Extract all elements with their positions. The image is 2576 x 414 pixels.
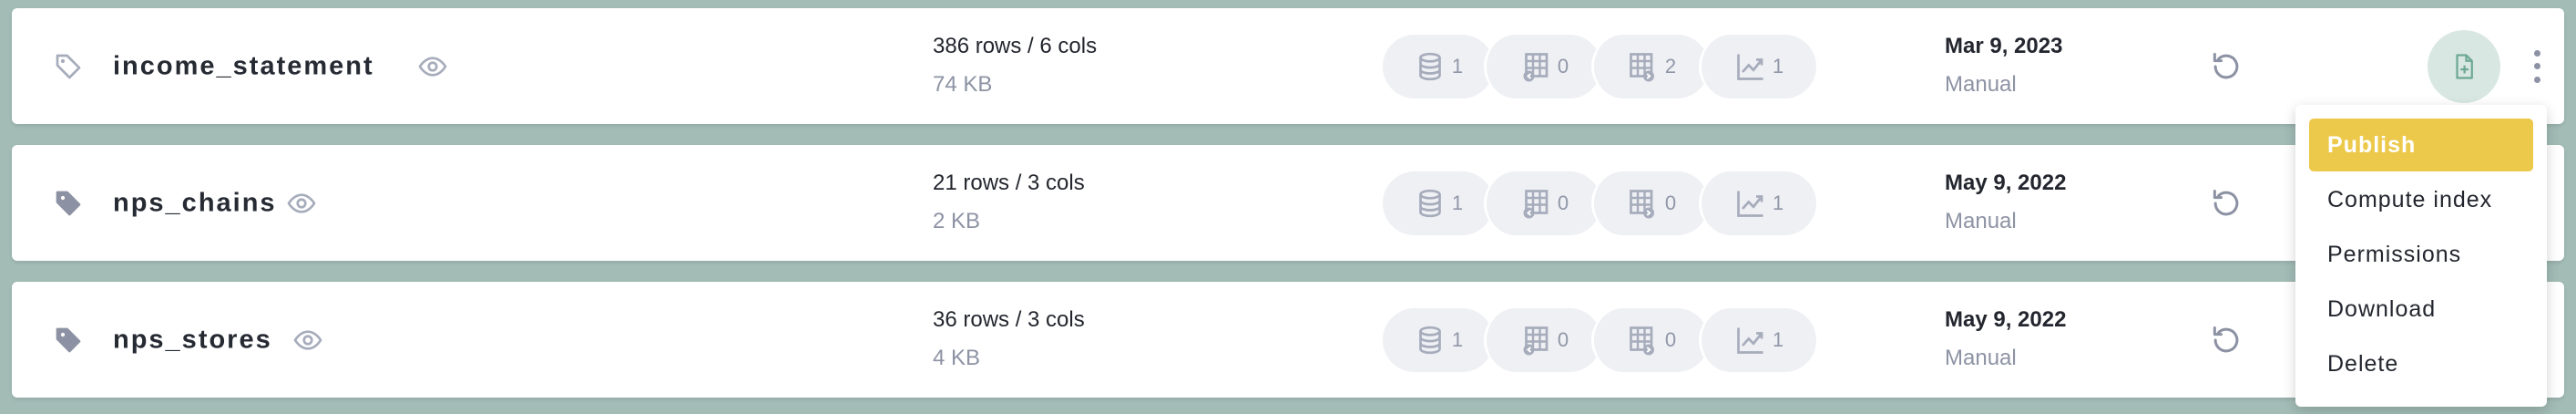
stat-datasources[interactable]: 1 (1383, 34, 1494, 98)
dataset-row[interactable]: nps_chains 21 rows / 3 cols 2 KB 1 0 0 1… (12, 145, 2564, 261)
rows-cols: 36 rows / 3 cols (933, 307, 1085, 332)
options-menu: Publish Compute index Permissions Downlo… (2295, 105, 2547, 407)
updated-date: Mar 9, 2023 (1945, 34, 2063, 58)
stat-outputs[interactable]: 0 (1591, 307, 1709, 372)
eye-icon[interactable] (287, 189, 316, 218)
updated-date: May 9, 2022 (1945, 307, 2067, 332)
update-mode: Manual (1945, 209, 2017, 233)
history-icon[interactable] (2209, 186, 2244, 221)
stat-charts[interactable]: 1 (1699, 34, 1816, 98)
table-in-icon (1523, 52, 1549, 81)
stat-value: 2 (1664, 54, 1677, 78)
stat-inputs[interactable]: 0 (1484, 307, 1601, 372)
publish-file-button[interactable] (2428, 29, 2500, 103)
stat-value: 1 (1772, 54, 1784, 78)
dataset-name[interactable]: income_statement (113, 51, 374, 81)
stat-value: 1 (1451, 327, 1464, 351)
history-icon[interactable] (2209, 49, 2244, 84)
stat-value: 1 (1772, 191, 1784, 214)
update-info: May 9, 2022 Manual (1945, 307, 2066, 371)
stat-charts[interactable]: 1 (1699, 307, 1816, 372)
database-icon (1419, 52, 1441, 80)
stat-datasources[interactable]: 1 (1383, 307, 1494, 372)
stats-group: 1 0 2 1 (1383, 34, 1816, 98)
table-out-icon (1630, 189, 1654, 218)
file-size: 74 KB (933, 72, 993, 97)
update-info: May 9, 2022 Manual (1945, 171, 2066, 234)
menu-item-publish[interactable]: Publish (2309, 119, 2533, 171)
chart-icon (1737, 327, 1763, 354)
stat-value: 0 (1664, 327, 1677, 351)
history-icon[interactable] (2209, 323, 2244, 357)
menu-item-download[interactable]: Download (2309, 283, 2533, 336)
stat-inputs[interactable]: 0 (1484, 171, 1601, 235)
dataset-name[interactable]: nps_stores (113, 325, 272, 355)
stat-value: 0 (1557, 327, 1569, 351)
more-options-button[interactable] (2526, 47, 2548, 87)
database-icon (1419, 189, 1441, 217)
stat-value: 0 (1664, 191, 1677, 214)
menu-item-delete[interactable]: Delete (2309, 337, 2533, 390)
eye-icon[interactable] (293, 326, 322, 355)
stats-group: 1 0 0 1 (1383, 307, 1816, 372)
size-info: 386 rows / 6 cols 74 KB (933, 34, 1097, 98)
chart-icon (1737, 191, 1763, 217)
updated-date: May 9, 2022 (1945, 171, 2067, 195)
dataset-row[interactable]: nps_stores 36 rows / 3 cols 4 KB 1 0 0 1… (12, 282, 2564, 398)
stat-outputs[interactable]: 0 (1591, 171, 1709, 235)
dataset-row[interactable]: income_statement 386 rows / 6 cols 74 KB… (12, 8, 2564, 124)
file-size: 4 KB (933, 346, 981, 370)
table-out-icon (1630, 52, 1654, 81)
file-size: 2 KB (933, 209, 981, 233)
stat-value: 1 (1451, 54, 1464, 78)
dataset-name[interactable]: nps_chains (113, 188, 277, 218)
stat-datasources[interactable]: 1 (1383, 171, 1494, 235)
chart-icon (1737, 54, 1763, 80)
tag-outline-icon (56, 54, 81, 78)
update-info: Mar 9, 2023 Manual (1945, 34, 2062, 98)
table-out-icon (1630, 326, 1654, 355)
menu-item-permissions[interactable]: Permissions (2309, 228, 2533, 281)
stat-value: 1 (1772, 327, 1784, 351)
stat-inputs[interactable]: 0 (1484, 34, 1601, 98)
stat-value: 0 (1557, 191, 1569, 214)
stats-group: 1 0 0 1 (1383, 171, 1816, 235)
size-info: 21 rows / 3 cols 2 KB (933, 171, 1085, 234)
dataset-list: income_statement 386 rows / 6 cols 74 KB… (0, 0, 2576, 414)
size-info: 36 rows / 3 cols 4 KB (933, 307, 1085, 371)
eye-icon[interactable] (418, 52, 447, 81)
stat-charts[interactable]: 1 (1699, 171, 1816, 235)
file-plus-icon (2456, 53, 2473, 79)
table-in-icon (1523, 189, 1549, 218)
table-in-icon (1523, 326, 1549, 355)
stat-value: 1 (1451, 191, 1464, 214)
tag-icon (56, 191, 81, 215)
update-mode: Manual (1945, 72, 2017, 97)
rows-cols: 386 rows / 6 cols (933, 34, 1098, 58)
update-mode: Manual (1945, 346, 2017, 370)
rows-cols: 21 rows / 3 cols (933, 171, 1085, 195)
stat-outputs[interactable]: 2 (1591, 34, 1709, 98)
menu-item-compute-index[interactable]: Compute index (2309, 173, 2533, 226)
tag-icon (56, 327, 81, 352)
stat-value: 0 (1557, 54, 1569, 78)
database-icon (1419, 326, 1441, 354)
